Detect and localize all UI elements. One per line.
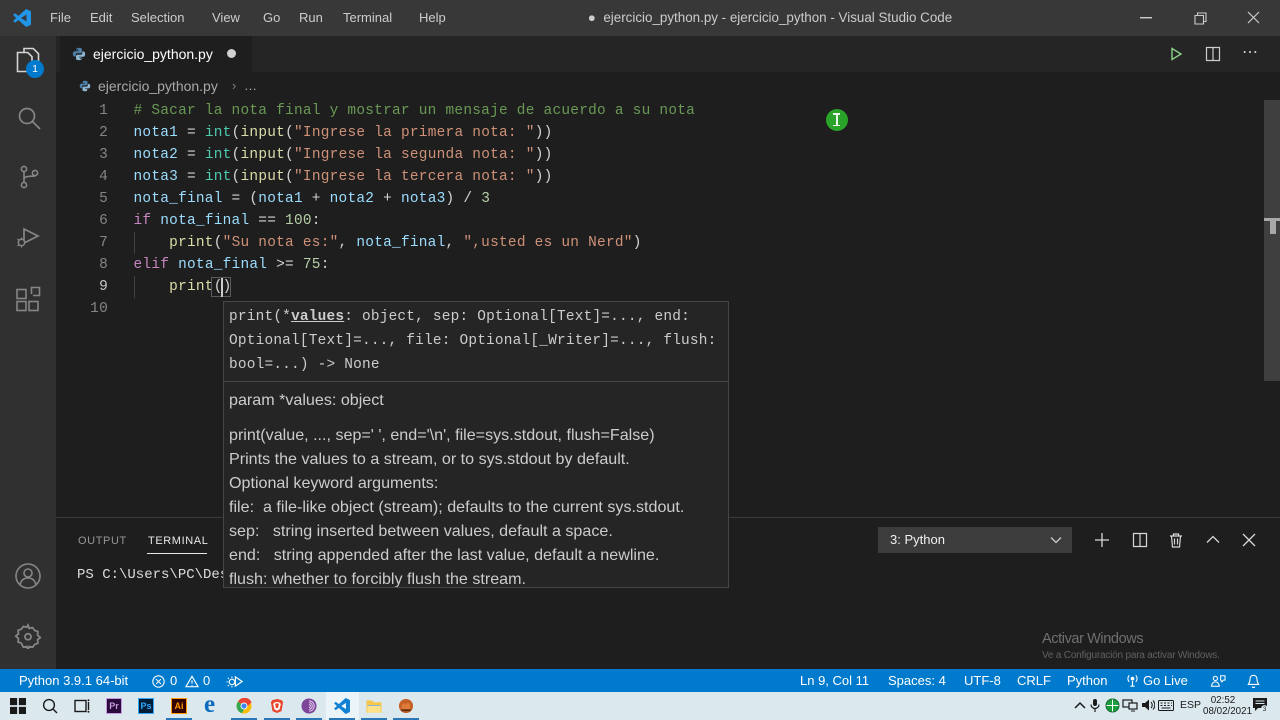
svg-text:3: 3 <box>1263 706 1267 712</box>
